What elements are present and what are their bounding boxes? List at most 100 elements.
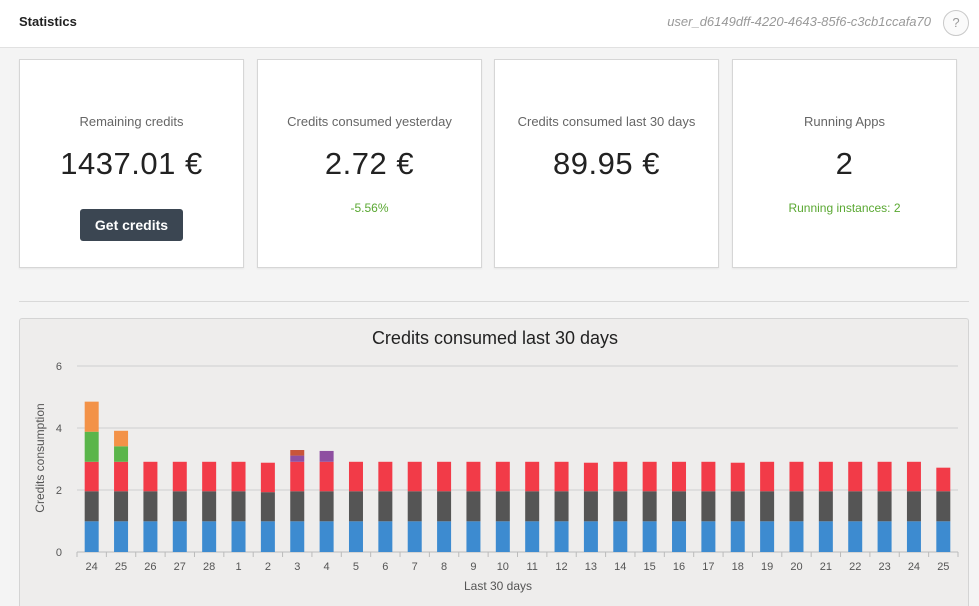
bar-segment[interactable] bbox=[525, 461, 540, 492]
bar-segment[interactable] bbox=[672, 491, 687, 522]
bar-segment[interactable] bbox=[583, 462, 598, 492]
bar-segment[interactable] bbox=[202, 461, 217, 492]
bar-segment[interactable] bbox=[818, 461, 833, 492]
bar-segment[interactable] bbox=[877, 461, 892, 492]
bar-segment[interactable] bbox=[84, 521, 99, 552]
bar-segment[interactable] bbox=[936, 467, 951, 492]
bar-segment[interactable] bbox=[437, 491, 452, 522]
bar-segment[interactable] bbox=[906, 521, 921, 552]
bar-segment[interactable] bbox=[936, 491, 951, 522]
bar-segment[interactable] bbox=[114, 521, 129, 552]
bar-segment[interactable] bbox=[642, 521, 657, 552]
bar-segment[interactable] bbox=[114, 461, 129, 492]
get-credits-button[interactable]: Get credits bbox=[80, 209, 183, 241]
bar-segment[interactable] bbox=[554, 461, 569, 492]
bar-segment[interactable] bbox=[348, 461, 363, 492]
bar-segment[interactable] bbox=[906, 461, 921, 492]
bar-segment[interactable] bbox=[84, 491, 99, 522]
bar-segment[interactable] bbox=[172, 461, 187, 492]
bar-segment[interactable] bbox=[730, 521, 745, 552]
bar-segment[interactable] bbox=[407, 521, 422, 552]
bar-segment[interactable] bbox=[466, 491, 481, 522]
bar-segment[interactable] bbox=[525, 491, 540, 522]
bar-segment[interactable] bbox=[495, 521, 510, 552]
bar-segment[interactable] bbox=[818, 521, 833, 552]
bar-segment[interactable] bbox=[319, 521, 334, 552]
bar-segment[interactable] bbox=[84, 401, 99, 432]
bar-segment[interactable] bbox=[84, 431, 99, 462]
bar-segment[interactable] bbox=[818, 491, 833, 522]
bar-segment[interactable] bbox=[877, 521, 892, 552]
bar-segment[interactable] bbox=[789, 461, 804, 492]
bar-segment[interactable] bbox=[730, 462, 745, 492]
bar-segment[interactable] bbox=[613, 461, 628, 492]
bar-segment[interactable] bbox=[378, 461, 393, 492]
bar-segment[interactable] bbox=[378, 491, 393, 522]
bar-segment[interactable] bbox=[848, 461, 863, 492]
bar-segment[interactable] bbox=[437, 521, 452, 552]
bar-segment[interactable] bbox=[789, 491, 804, 522]
bar-segment[interactable] bbox=[143, 491, 158, 522]
bar-segment[interactable] bbox=[583, 491, 598, 522]
bar-segment[interactable] bbox=[701, 491, 716, 522]
bar-segment[interactable] bbox=[760, 521, 775, 552]
bar-segment[interactable] bbox=[583, 521, 598, 552]
bar-segment[interactable] bbox=[642, 491, 657, 522]
bar-segment[interactable] bbox=[143, 521, 158, 552]
bar-segment[interactable] bbox=[378, 521, 393, 552]
bar-segment[interactable] bbox=[231, 491, 246, 522]
bar-segment[interactable] bbox=[495, 461, 510, 492]
bar-segment[interactable] bbox=[202, 521, 217, 552]
bar-segment[interactable] bbox=[701, 461, 716, 492]
bar-segment[interactable] bbox=[143, 461, 158, 492]
bar-segment[interactable] bbox=[260, 521, 275, 552]
bar-segment[interactable] bbox=[407, 491, 422, 522]
bar-segment[interactable] bbox=[319, 491, 334, 522]
bar-segment[interactable] bbox=[84, 461, 99, 492]
bar-segment[interactable] bbox=[114, 446, 129, 462]
bar-segment[interactable] bbox=[172, 521, 187, 552]
bar-segment[interactable] bbox=[231, 461, 246, 492]
bar-segment[interactable] bbox=[202, 491, 217, 522]
bar-segment[interactable] bbox=[730, 491, 745, 522]
bar-segment[interactable] bbox=[672, 521, 687, 552]
bar-segment[interactable] bbox=[701, 521, 716, 552]
bar-segment[interactable] bbox=[114, 491, 129, 522]
bar-segment[interactable] bbox=[642, 461, 657, 492]
bar-segment[interactable] bbox=[407, 461, 422, 492]
bar-segment[interactable] bbox=[466, 521, 481, 552]
bar-segment[interactable] bbox=[290, 455, 305, 462]
bar-segment[interactable] bbox=[848, 521, 863, 552]
bar-segment[interactable] bbox=[348, 491, 363, 522]
bar-segment[interactable] bbox=[260, 492, 275, 522]
bar-segment[interactable] bbox=[613, 491, 628, 522]
bar-segment[interactable] bbox=[437, 461, 452, 492]
bar-segment[interactable] bbox=[936, 521, 951, 552]
bar-segment[interactable] bbox=[466, 461, 481, 492]
bar-segment[interactable] bbox=[554, 491, 569, 522]
bar-segment[interactable] bbox=[672, 461, 687, 492]
bar-segment[interactable] bbox=[906, 491, 921, 522]
bar-segment[interactable] bbox=[525, 521, 540, 552]
bar-segment[interactable] bbox=[260, 462, 275, 493]
bar-segment[interactable] bbox=[290, 521, 305, 552]
bar-segment[interactable] bbox=[231, 521, 246, 552]
bar-segment[interactable] bbox=[554, 521, 569, 552]
bar-segment[interactable] bbox=[348, 521, 363, 552]
bar-segment[interactable] bbox=[290, 450, 305, 456]
bar-segment[interactable] bbox=[760, 461, 775, 492]
x-tick-label: 14 bbox=[614, 561, 626, 573]
help-icon[interactable]: ? bbox=[943, 10, 969, 36]
bar-segment[interactable] bbox=[114, 430, 129, 447]
bar-segment[interactable] bbox=[319, 461, 334, 492]
bar-segment[interactable] bbox=[495, 491, 510, 522]
bar-segment[interactable] bbox=[172, 491, 187, 522]
bar-segment[interactable] bbox=[290, 461, 305, 492]
bar-segment[interactable] bbox=[848, 491, 863, 522]
bar-segment[interactable] bbox=[789, 521, 804, 552]
bar-segment[interactable] bbox=[877, 491, 892, 522]
bar-segment[interactable] bbox=[290, 491, 305, 522]
bar-segment[interactable] bbox=[319, 450, 334, 462]
bar-segment[interactable] bbox=[613, 521, 628, 552]
bar-segment[interactable] bbox=[760, 491, 775, 522]
